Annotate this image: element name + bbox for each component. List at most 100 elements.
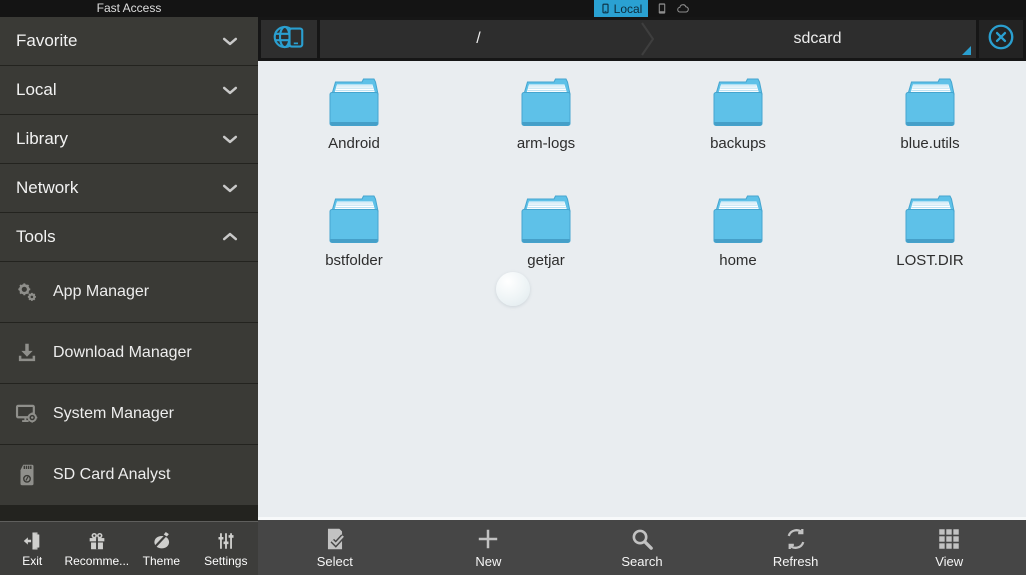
- tab-local-label: Local: [613, 1, 643, 16]
- refresh-icon: [783, 526, 809, 552]
- folder-label: Android: [328, 135, 380, 152]
- settings-button[interactable]: Settings: [194, 522, 258, 575]
- sliders-icon: [215, 530, 237, 552]
- palette-icon: [150, 530, 172, 552]
- sidebar-group-favorite[interactable]: Favorite: [0, 17, 258, 65]
- toolbar-button-label: View: [935, 554, 964, 569]
- device-home-button[interactable]: [261, 20, 317, 58]
- folder-getjar[interactable]: getjar: [450, 194, 642, 269]
- chevron-up-icon: [220, 227, 240, 247]
- file-grid-area: Android arm-logs backups blue.utils bstfolde…: [258, 61, 1026, 517]
- sidebar-group-network[interactable]: Network: [0, 164, 258, 212]
- tab-local[interactable]: Local: [593, 0, 649, 17]
- window-tabs: Local: [258, 0, 1026, 17]
- close-tab-button[interactable]: [979, 20, 1023, 58]
- sidebar-item-sd-card-analyst[interactable]: SD Card Analyst: [0, 445, 258, 505]
- select-button[interactable]: Select: [258, 520, 412, 575]
- cloud-icon[interactable]: [676, 2, 690, 15]
- sidebar-item-system-manager[interactable]: System Manager: [0, 384, 258, 444]
- chevron-down-icon: [220, 80, 240, 100]
- device-icon[interactable]: [655, 2, 669, 15]
- folder-lost-dir[interactable]: LOST.DIR: [834, 194, 1026, 269]
- sidebar-group-tools[interactable]: Tools: [0, 213, 258, 261]
- path-bar: / sdcard: [258, 17, 1026, 61]
- phone-icon: [600, 2, 611, 15]
- globe-device-icon: [271, 21, 307, 58]
- folder-label: backups: [710, 135, 766, 152]
- view-button[interactable]: View: [872, 520, 1026, 575]
- search-button[interactable]: Search: [565, 520, 719, 575]
- sidebar-item-download-manager[interactable]: Download Manager: [0, 323, 258, 383]
- sidebar-group-library[interactable]: Library: [0, 115, 258, 163]
- folder-icon: [322, 77, 386, 131]
- folder-label: arm-logs: [516, 135, 576, 152]
- folder-label: bstfolder: [325, 252, 383, 269]
- toolbar-button-label: Exit: [22, 553, 43, 568]
- toolbar-button-label: Refresh: [772, 554, 819, 569]
- bottom-toolbar: Select New Search Refresh View: [258, 520, 1026, 575]
- dropdown-corner-icon: [962, 46, 971, 55]
- plus-icon: [475, 526, 501, 552]
- sidebar-group-label: Favorite: [16, 31, 78, 50]
- close-icon: [986, 22, 1016, 57]
- breadcrumb-segment-sdcard[interactable]: sdcard: [659, 20, 976, 58]
- top-strip: Fast Access Local: [0, 0, 1026, 17]
- select-icon: [322, 526, 348, 552]
- theme-button[interactable]: Theme: [129, 522, 193, 575]
- gift-icon: [86, 530, 108, 552]
- folder-label: getjar: [527, 252, 565, 269]
- toolbar-button-label: Settings: [204, 553, 248, 568]
- breadcrumb-segment-[interactable]: /: [320, 20, 637, 58]
- sidebar-item-app-manager[interactable]: App Manager: [0, 262, 258, 322]
- folder-backups[interactable]: backups: [642, 77, 834, 152]
- toolbar-button-label: New: [475, 554, 502, 569]
- gears-icon: [14, 279, 40, 305]
- sidebar-item-label: Download Manager: [53, 344, 192, 361]
- toolbar-button-label: Select: [316, 554, 353, 569]
- folder-home[interactable]: home: [642, 194, 834, 269]
- system-monitor-icon: [14, 401, 40, 427]
- sidebar-item-label: System Manager: [53, 405, 174, 422]
- sidebar-tools: App Manager Download Manager System Manage…: [0, 262, 258, 505]
- folder-icon: [514, 194, 578, 248]
- chevron-down-icon: [220, 31, 240, 51]
- sidebar-item-label: App Manager: [53, 283, 150, 300]
- breadcrumb: / sdcard: [320, 20, 976, 58]
- sidebar-group-label: Network: [16, 178, 79, 197]
- folder-grid: Android arm-logs backups blue.utils bstfolde…: [258, 61, 1026, 269]
- sidebar-toolbar: Exit Recomme... Theme Settings: [0, 521, 258, 575]
- refresh-button[interactable]: Refresh: [719, 520, 873, 575]
- folder-android[interactable]: Android: [258, 77, 450, 152]
- download-icon: [14, 340, 40, 366]
- new-button[interactable]: New: [412, 520, 566, 575]
- toolbar-button-label: Theme: [142, 553, 181, 568]
- folder-icon: [898, 77, 962, 131]
- recomme-button[interactable]: Recomme...: [64, 522, 129, 575]
- exit-button[interactable]: Exit: [0, 522, 64, 575]
- sidebar: Favorite Local Library Network Tools App Man…: [0, 17, 258, 521]
- folder-bstfolder[interactable]: bstfolder: [258, 194, 450, 269]
- folder-label: home: [719, 252, 757, 269]
- sidebar-title: Fast Access: [96, 1, 162, 15]
- folder-icon: [322, 194, 386, 248]
- breadcrumb-separator-icon: [637, 20, 659, 58]
- sd-card-icon: [14, 462, 40, 488]
- scroll-bubble: [496, 272, 530, 306]
- sidebar-group-local[interactable]: Local: [0, 66, 258, 114]
- folder-arm-logs[interactable]: arm-logs: [450, 77, 642, 152]
- sidebar-group-label: Library: [16, 129, 68, 148]
- file-manager-app: Fast Access Local / sdcard Favorite Local L…: [0, 0, 1026, 575]
- folder-icon: [706, 194, 770, 248]
- folder-icon: [898, 194, 962, 248]
- sidebar-group-label: Local: [16, 80, 57, 99]
- sidebar-groups: Favorite Local Library Network Tools: [0, 17, 258, 261]
- breadcrumb-segment-label: sdcard: [793, 30, 842, 47]
- folder-label: blue.utils: [900, 135, 960, 152]
- chevron-down-icon: [220, 178, 240, 198]
- chevron-down-icon: [220, 129, 240, 149]
- toolbar-button-label: Search: [621, 554, 663, 569]
- toolbar-button-label: Recomme...: [64, 553, 130, 568]
- folder-icon: [706, 77, 770, 131]
- sidebar-group-label: Tools: [16, 227, 56, 246]
- folder-blue-utils[interactable]: blue.utils: [834, 77, 1026, 152]
